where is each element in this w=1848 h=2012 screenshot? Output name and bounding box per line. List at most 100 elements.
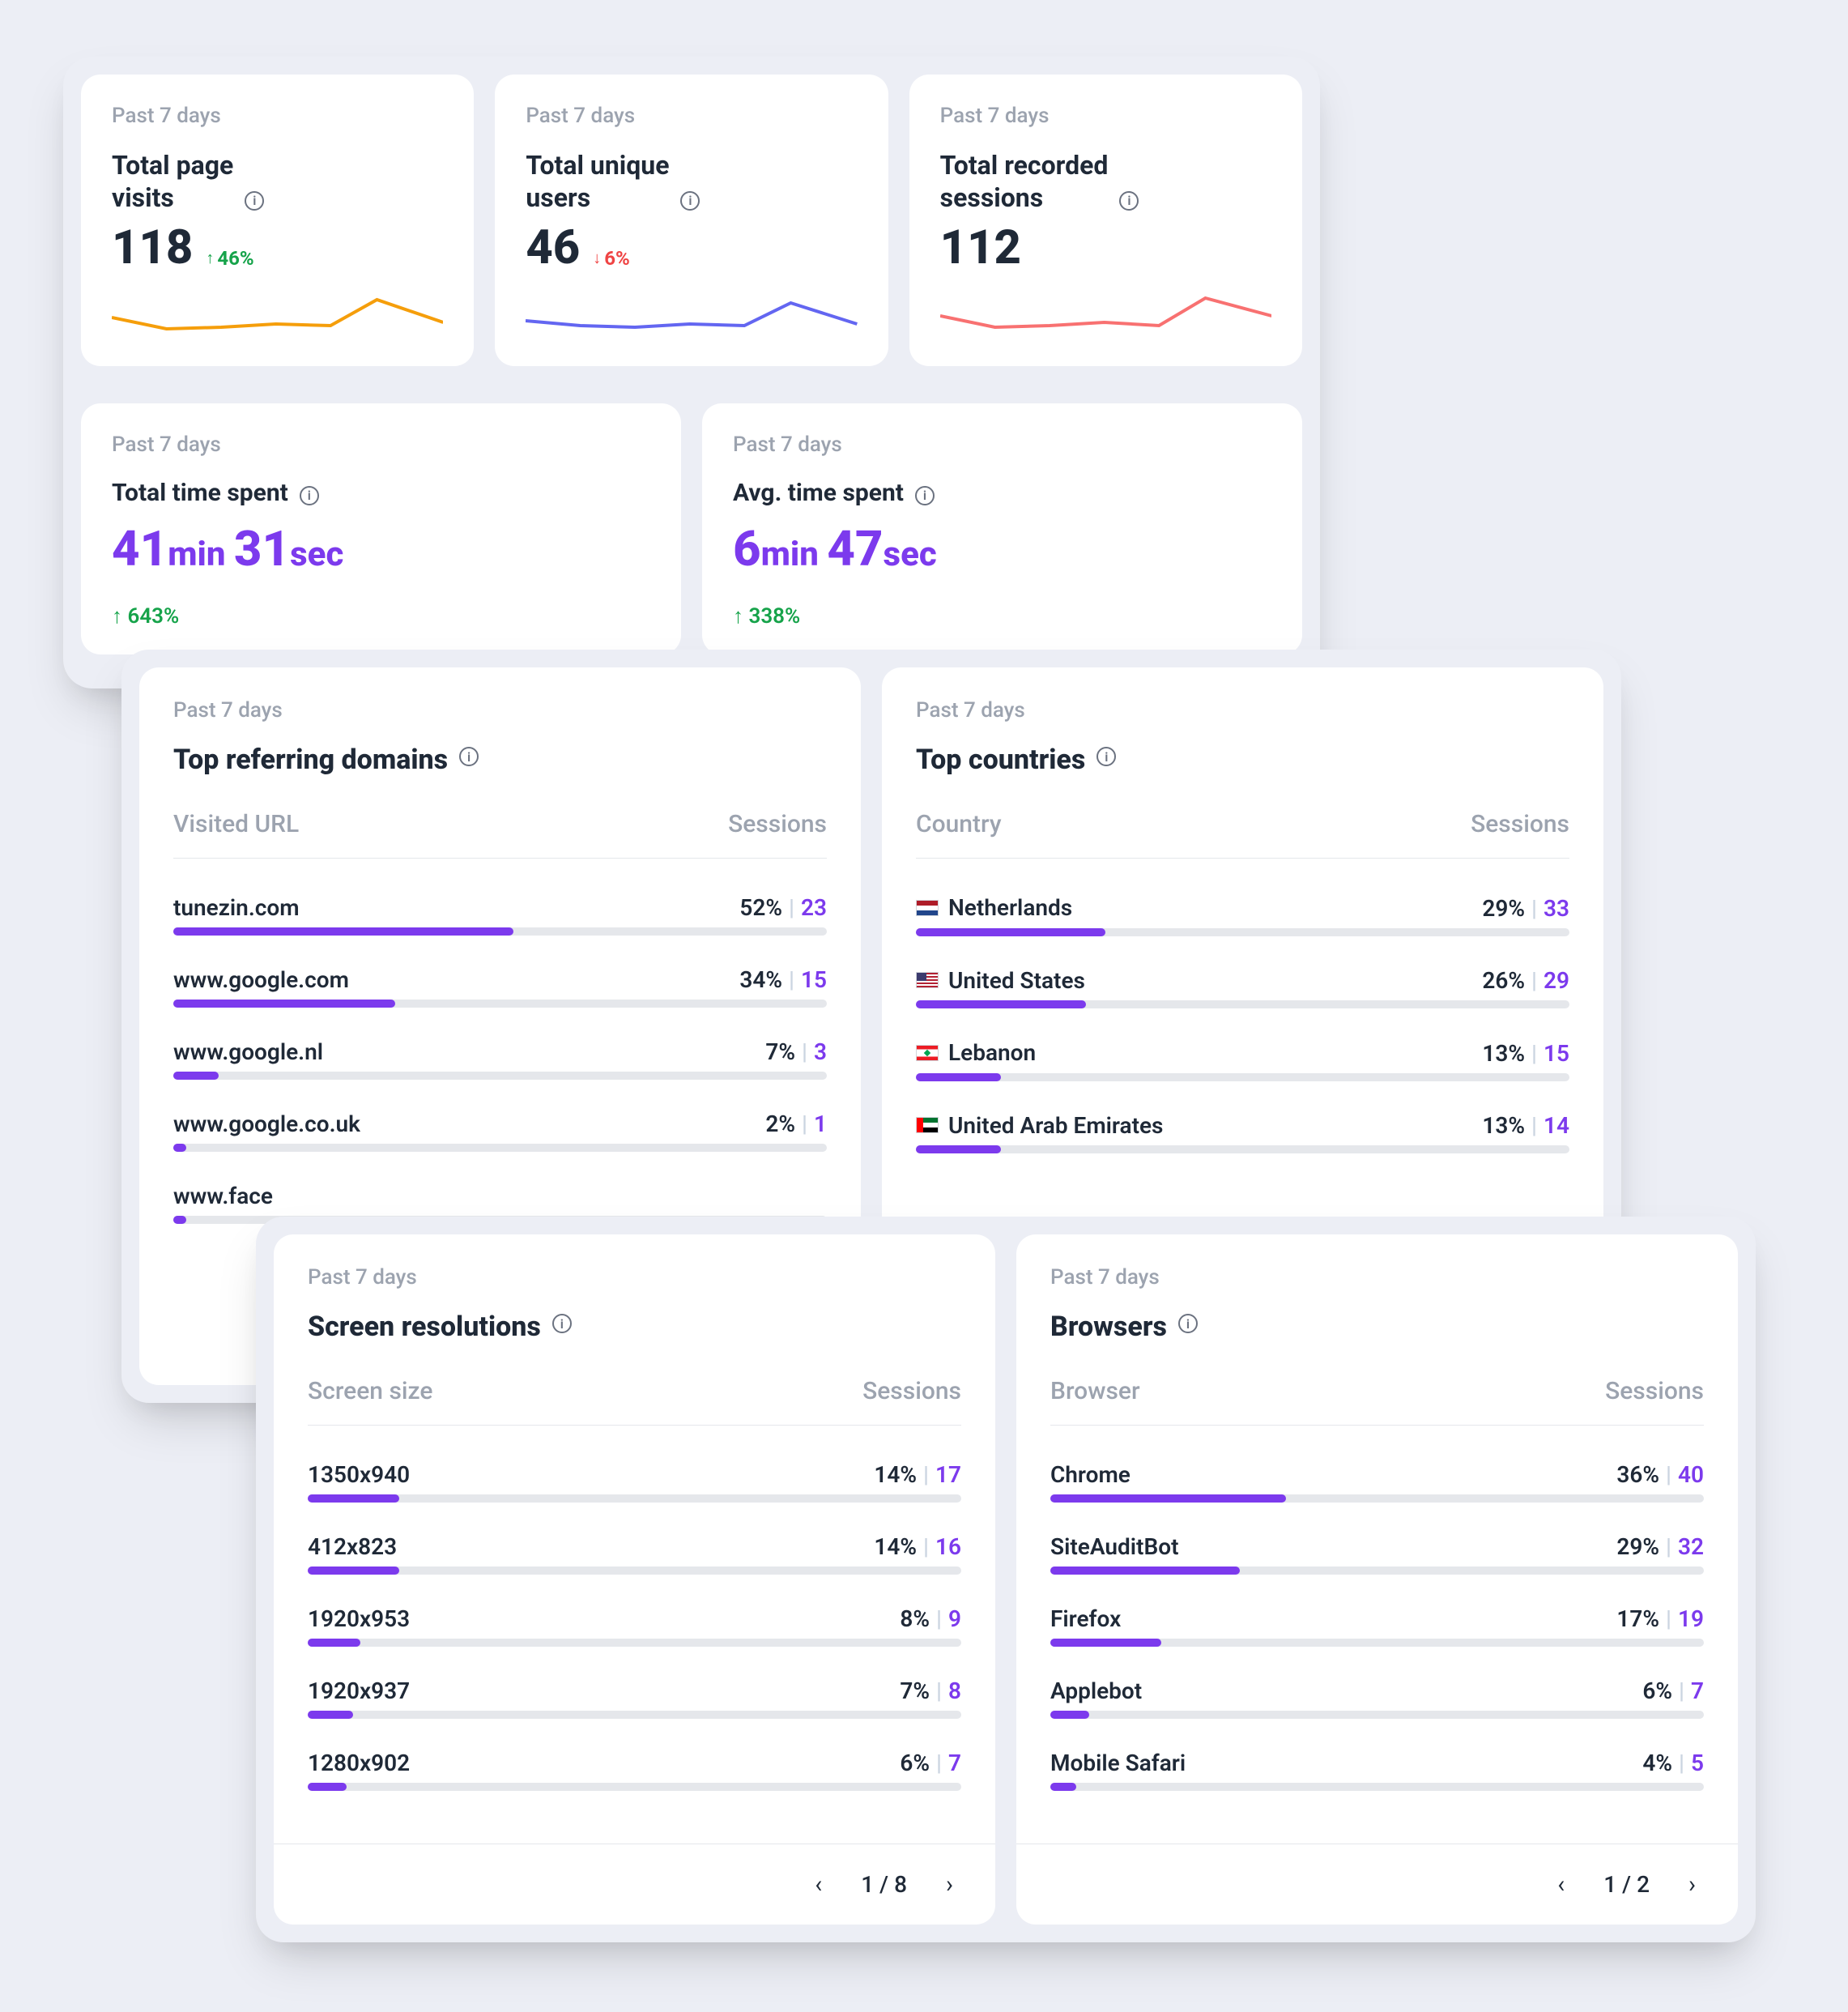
- row-name: United States: [916, 967, 1085, 994]
- table-row[interactable]: United Arab Emirates13%|14: [916, 1112, 1569, 1154]
- progress-bar: [173, 927, 827, 936]
- table-row[interactable]: Applebot6%|7: [1050, 1677, 1704, 1719]
- row-name: Applebot: [1050, 1677, 1142, 1704]
- row-name: 1920x937: [308, 1677, 410, 1704]
- col-right: Sessions: [1605, 1377, 1704, 1405]
- row-name: 412x823: [308, 1533, 397, 1560]
- row-name: Netherlands: [916, 894, 1072, 921]
- row-stats: 36%|40: [1616, 1461, 1704, 1488]
- info-icon[interactable]: [300, 486, 319, 505]
- table-body: 1350x940 14%|17 412x823 14%|16 1920x9538%|9 1…: [274, 1426, 995, 1844]
- table-row[interactable]: 1920x9377%|8: [308, 1677, 961, 1719]
- row-stats: 29%|32: [1616, 1533, 1704, 1560]
- layer-top-metrics: Past 7 days Total pagevisits 118 ↑46% Pa…: [63, 57, 1320, 688]
- metric-title: Avg. time spent: [733, 478, 1271, 509]
- row-name: www.google.co.uk: [173, 1110, 360, 1137]
- table-row[interactable]: Firefox17%|19: [1050, 1605, 1704, 1647]
- row-stats: 14%|16: [874, 1533, 961, 1560]
- row-name: 1280x902: [308, 1750, 410, 1776]
- info-icon[interactable]: [1178, 1314, 1198, 1333]
- info-icon[interactable]: [1096, 747, 1116, 766]
- col-right: Sessions: [728, 810, 827, 838]
- table-row[interactable]: Mobile Safari 4%|5: [1050, 1750, 1704, 1791]
- row-stats: 6%|7: [900, 1750, 961, 1776]
- next-button[interactable]: ›: [938, 1867, 961, 1902]
- prev-button[interactable]: ‹: [807, 1867, 830, 1902]
- table-row[interactable]: 1920x9538%|9: [308, 1605, 961, 1647]
- metric-value: 112: [940, 220, 1271, 275]
- metric-value: 46 ↓6%: [526, 220, 857, 275]
- row-stats: 7%|3: [765, 1038, 827, 1065]
- row-stats: 4%|5: [1642, 1750, 1704, 1776]
- col-left: Country: [916, 810, 1002, 838]
- period-label: Past 7 days: [940, 104, 1271, 128]
- info-icon[interactable]: [245, 191, 264, 211]
- panel-title: Browsers: [1050, 1311, 1704, 1343]
- row-stats: 14%|17: [874, 1461, 961, 1488]
- progress-bar: [1050, 1639, 1704, 1647]
- table-row[interactable]: 1350x940 14%|17: [308, 1461, 961, 1503]
- info-icon[interactable]: [459, 747, 479, 766]
- col-left: Browser: [1050, 1377, 1140, 1405]
- row-stats: 29%|33: [1482, 895, 1569, 922]
- table-row[interactable]: United States26%|29: [916, 967, 1569, 1009]
- table-header: Visited URL Sessions: [173, 810, 827, 859]
- table-row[interactable]: 412x823 14%|16: [308, 1533, 961, 1575]
- card-recorded-sessions: Past 7 days Total recordedsessions 112: [909, 75, 1302, 366]
- table-row[interactable]: tunezin.com52%|23: [173, 894, 827, 936]
- progress-bar: [173, 1000, 827, 1008]
- pager: ‹ 1 / 2 ›: [1016, 1844, 1738, 1925]
- table-row[interactable]: www.google.nl7%|3: [173, 1038, 827, 1080]
- col-left: Screen size: [308, 1377, 432, 1405]
- delta-down: ↓6%: [593, 247, 630, 270]
- time-value: 6min 47sec: [733, 520, 1271, 578]
- sparkline: [112, 292, 443, 343]
- table-row[interactable]: SiteAuditBot29%|32: [1050, 1533, 1704, 1575]
- table-row[interactable]: 1280x902 6%|7: [308, 1750, 961, 1791]
- pager: ‹ 1 / 8 ›: [274, 1844, 995, 1925]
- table-row[interactable]: www.google.com34%|15: [173, 966, 827, 1008]
- table-row[interactable]: Chrome36%|40: [1050, 1461, 1704, 1503]
- table-body: Chrome36%|40 SiteAuditBot29%|32 Firefox17%…: [1016, 1426, 1738, 1844]
- row-name: United Arab Emirates: [916, 1112, 1163, 1139]
- period-label: Past 7 days: [1050, 1265, 1704, 1289]
- time-row: Past 7 days Total time spent 41min 31sec…: [81, 403, 1302, 654]
- flag-icon: [916, 900, 939, 916]
- table-header: Screen size Sessions: [308, 1377, 961, 1426]
- progress-bar: [308, 1711, 961, 1719]
- period-label: Past 7 days: [173, 698, 827, 723]
- table-row[interactable]: Lebanon13%|15: [916, 1039, 1569, 1081]
- progress-bar: [1050, 1711, 1704, 1719]
- metrics-row: Past 7 days Total pagevisits 118 ↑46% Pa…: [81, 75, 1302, 366]
- progress-bar: [173, 1144, 827, 1152]
- next-button[interactable]: ›: [1680, 1867, 1704, 1902]
- row-name: 1350x940: [308, 1461, 410, 1488]
- table-row[interactable]: www.google.co.uk2%|1: [173, 1110, 827, 1152]
- flag-icon: [916, 972, 939, 988]
- page-indicator: 1 / 8: [861, 1871, 907, 1898]
- panel-title: Top countries: [916, 744, 1569, 776]
- progress-bar: [916, 928, 1569, 936]
- info-icon[interactable]: [552, 1314, 572, 1333]
- prev-button[interactable]: ‹: [1549, 1867, 1573, 1902]
- progress-bar: [1050, 1783, 1704, 1791]
- metric-title: Total recordedsessions: [940, 149, 1271, 214]
- progress-bar: [308, 1639, 961, 1647]
- sparkline: [940, 292, 1271, 343]
- row-name: Firefox: [1050, 1605, 1121, 1632]
- info-icon[interactable]: [1119, 191, 1139, 211]
- table-header: Browser Sessions: [1050, 1377, 1704, 1426]
- table-row[interactable]: Netherlands 29%|33: [916, 894, 1569, 936]
- panel-title: Top referring domains: [173, 744, 827, 776]
- col-right: Sessions: [1471, 810, 1569, 838]
- page-indicator: 1 / 2: [1603, 1871, 1650, 1898]
- info-icon[interactable]: [915, 486, 935, 505]
- delta-up: ↑46%: [206, 247, 253, 270]
- row-name: Mobile Safari: [1050, 1750, 1186, 1776]
- sparkline: [526, 292, 857, 343]
- col-left: Visited URL: [173, 810, 299, 838]
- info-icon[interactable]: [680, 191, 700, 211]
- row-stats: 52%|23: [739, 894, 827, 921]
- row-stats: 8%|9: [900, 1605, 961, 1632]
- row-name: www.face: [173, 1183, 273, 1209]
